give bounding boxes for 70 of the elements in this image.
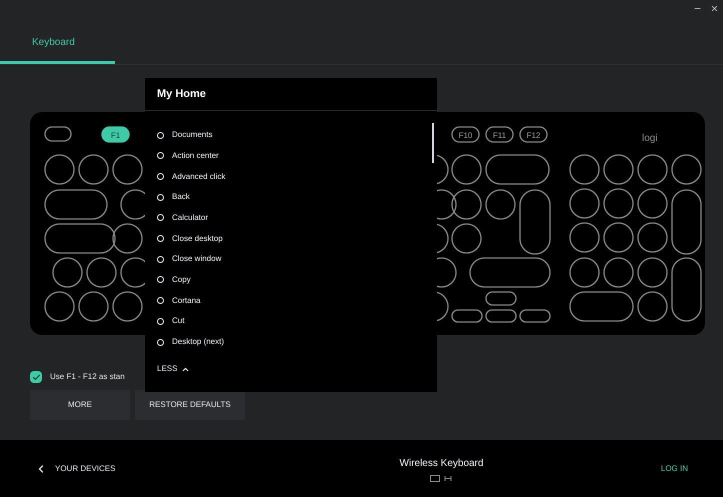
menu-item[interactable]: Cut <box>157 311 437 332</box>
login-link[interactable]: LOG IN <box>628 462 688 474</box>
checkbox[interactable] <box>30 371 42 383</box>
menu-item[interactable]: Copy <box>157 270 437 290</box>
key[interactable] <box>485 154 550 185</box>
back-link[interactable]: YOUR DEVICES <box>35 462 275 474</box>
close-icon[interactable] <box>710 4 719 13</box>
key[interactable] <box>112 223 143 254</box>
key[interactable] <box>637 154 668 185</box>
action-button[interactable]: MORE <box>30 390 130 420</box>
key[interactable] <box>485 189 516 220</box>
menu-item[interactable]: Advanced click <box>157 166 437 187</box>
menu-item[interactable]: Close window <box>157 248 437 270</box>
function-key[interactable]: F11 <box>485 126 514 143</box>
key[interactable] <box>78 154 109 185</box>
key[interactable] <box>451 189 482 220</box>
menu-item[interactable]: Close desktop <box>157 228 437 249</box>
menu-item[interactable]: Desktop (next) <box>157 332 437 352</box>
key[interactable] <box>44 291 75 322</box>
dropdown-title: My Home <box>145 78 437 111</box>
key[interactable] <box>569 257 600 288</box>
scrollbar-thumb[interactable] <box>432 122 434 163</box>
menu-item[interactable]: Documents <box>157 124 437 146</box>
key[interactable] <box>112 291 143 322</box>
function-key[interactable]: F12 <box>519 126 548 143</box>
action-button[interactable]: RESTORE DEFAULTS <box>135 390 245 420</box>
key[interactable] <box>671 257 702 322</box>
key[interactable] <box>451 309 483 323</box>
status-icons <box>430 474 454 482</box>
key[interactable] <box>603 188 634 219</box>
function-key[interactable]: F1 <box>101 126 130 143</box>
key[interactable] <box>519 189 551 255</box>
key[interactable] <box>603 154 634 185</box>
key[interactable] <box>569 188 600 219</box>
less-toggle[interactable]: LESS <box>145 352 437 386</box>
menu-item[interactable]: Back <box>157 186 437 208</box>
tab[interactable]: Keyboard <box>0 24 115 64</box>
logo-text: logi <box>642 133 658 144</box>
key[interactable] <box>52 257 83 288</box>
key[interactable] <box>44 189 108 220</box>
key[interactable] <box>451 154 482 185</box>
key[interactable] <box>86 257 117 288</box>
key[interactable] <box>44 126 72 142</box>
check-icon <box>32 372 40 382</box>
key[interactable] <box>671 189 702 255</box>
key[interactable] <box>112 154 143 185</box>
key[interactable] <box>671 154 702 185</box>
key[interactable] <box>637 291 668 322</box>
key[interactable] <box>569 291 634 322</box>
key[interactable] <box>44 154 75 185</box>
key[interactable] <box>603 257 634 288</box>
key[interactable] <box>469 257 551 288</box>
key[interactable] <box>485 309 517 323</box>
key[interactable] <box>569 222 600 253</box>
menu-item[interactable]: Action center <box>157 146 437 166</box>
key[interactable] <box>485 291 517 306</box>
key[interactable] <box>78 291 109 322</box>
key[interactable] <box>569 154 600 185</box>
key[interactable] <box>637 188 668 219</box>
key[interactable] <box>637 222 668 253</box>
checkbox-label: Use F1 - F12 as stan <box>50 371 125 383</box>
menu-item[interactable]: Cortana <box>157 290 437 312</box>
key[interactable] <box>603 222 634 253</box>
key[interactable] <box>637 257 668 288</box>
key[interactable] <box>519 309 551 323</box>
device-name: Wireless Keyboard <box>400 456 484 470</box>
function-key[interactable]: F10 <box>451 126 480 143</box>
key[interactable] <box>44 223 116 254</box>
menu-item[interactable]: Calculator <box>157 208 437 228</box>
key[interactable] <box>451 223 482 254</box>
